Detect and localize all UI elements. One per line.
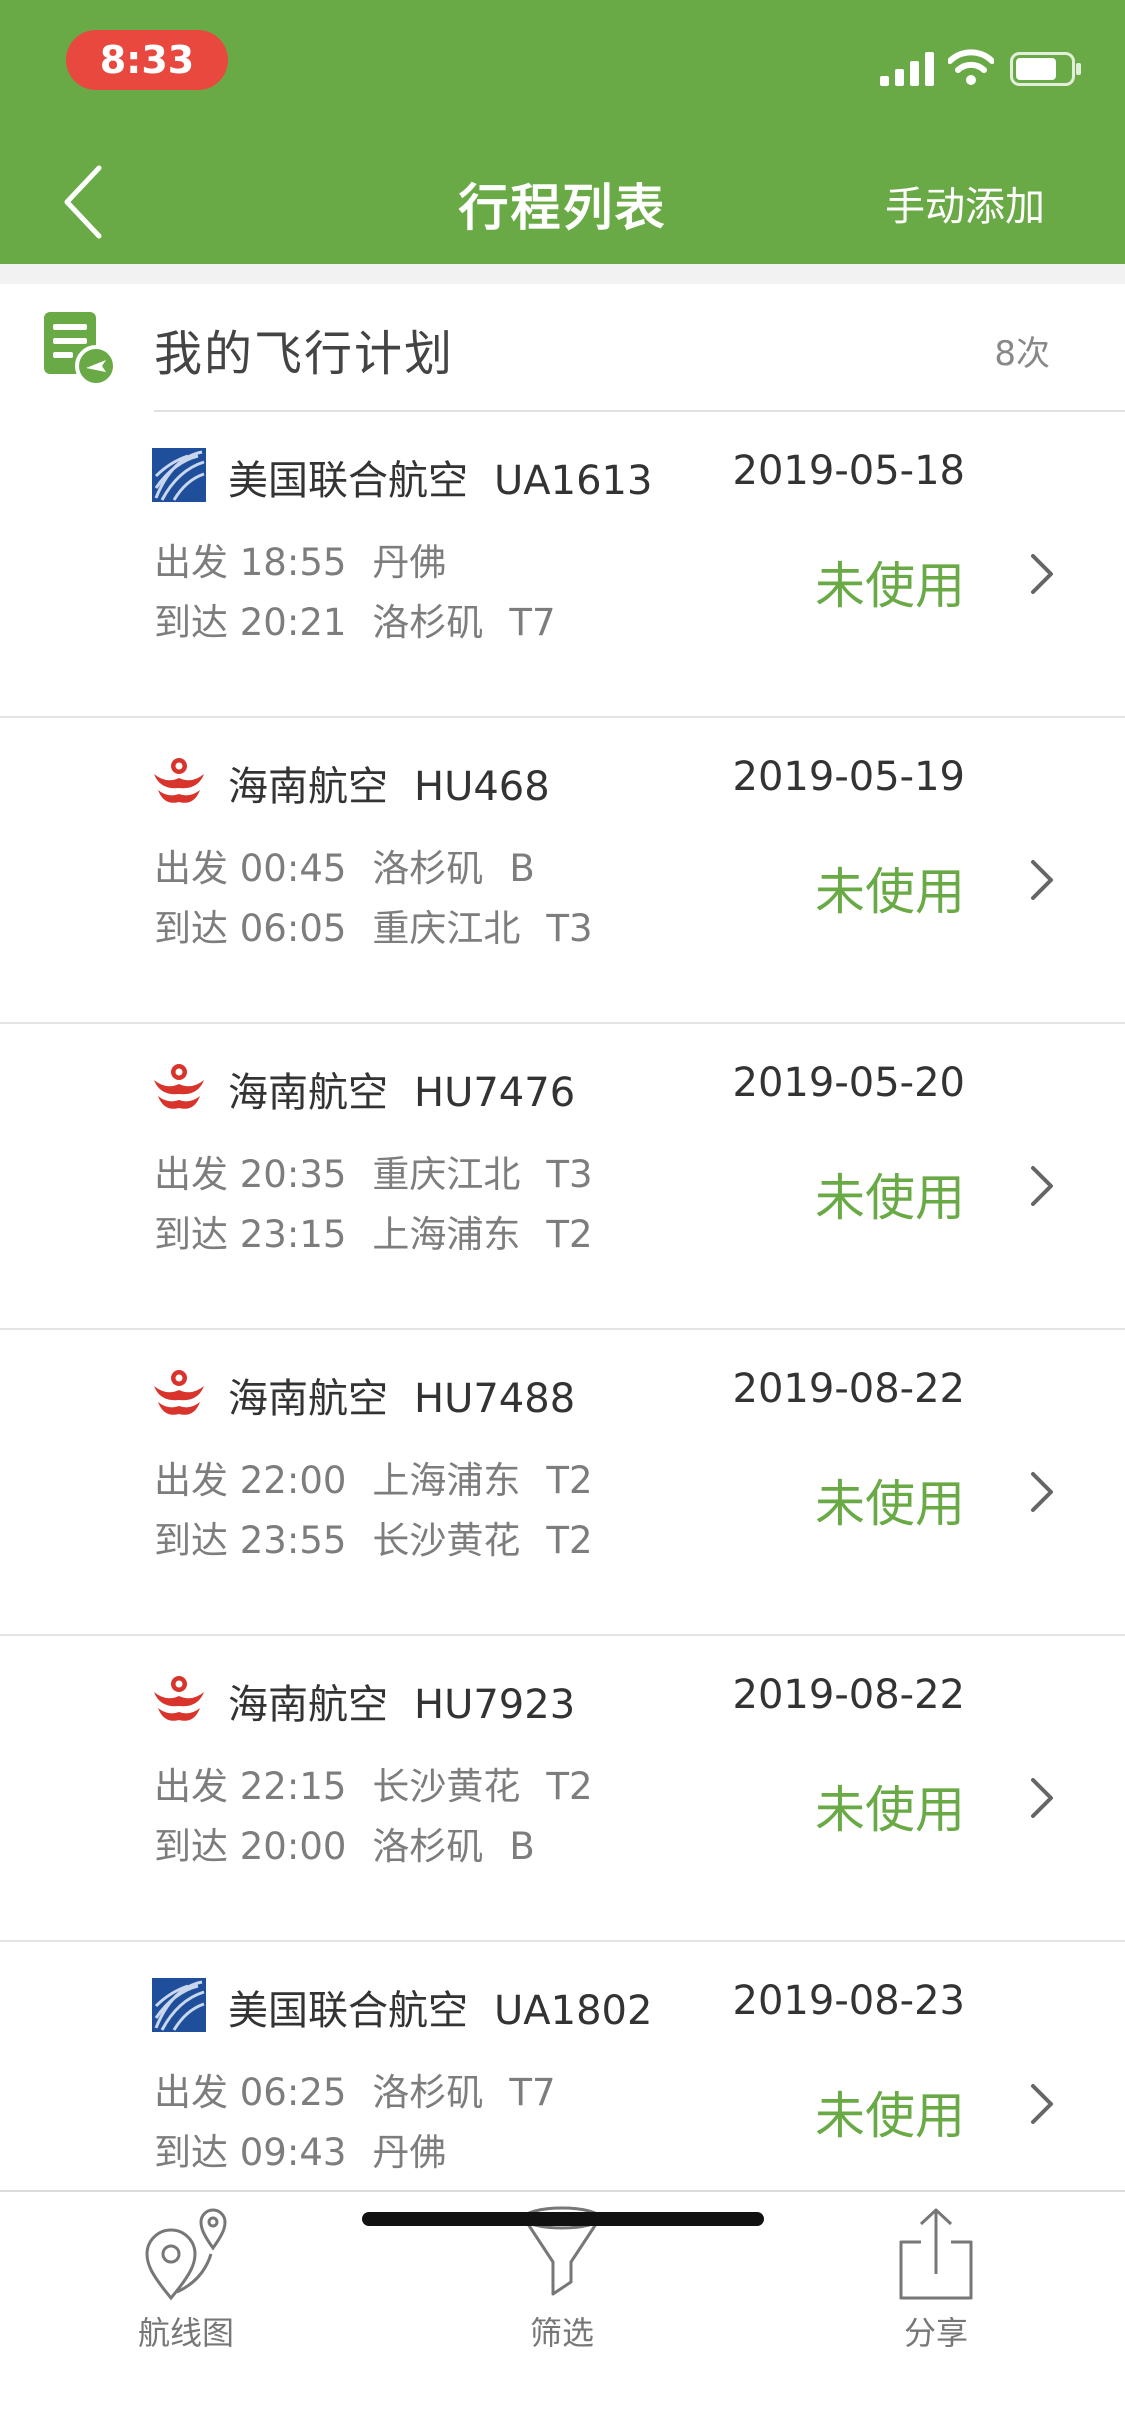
- battery-icon: [1010, 52, 1081, 86]
- airline-flight: 美国联合航空 UA1802: [228, 1988, 653, 2034]
- airline-flight: 美国联合航空 UA1613: [228, 458, 653, 504]
- tab-label: 航线图: [137, 2314, 234, 2352]
- flight-date: 2019-08-22: [732, 1366, 965, 1412]
- chevron-right-icon: [1031, 1778, 1053, 1818]
- airline-flight: 海南航空 HU7923: [228, 1682, 576, 1728]
- arrival-info: 到达 20:21 洛杉矶 T7: [154, 601, 556, 644]
- departure-info: 出发 00:45 洛杉矶 B: [154, 847, 535, 890]
- trip-row[interactable]: 海南航空 HU7923 2019-08-22 出发 22:15 长沙黄花 T2 到达 …: [0, 1636, 1125, 1942]
- chevron-right-icon: [1031, 554, 1053, 594]
- navigation-bar: 行程列表 手动添加: [0, 140, 1125, 264]
- arrival-info: 到达 06:05 重庆江北 T3: [154, 907, 593, 950]
- flight-plan-header: 我的飞行计划 8次: [0, 284, 1125, 412]
- trip-row[interactable]: 海南航空 HU468 2019-05-19 出发 00:45 洛杉矶 B 到达 06:…: [0, 718, 1125, 1024]
- departure-info: 出发 06:25 洛杉矶 T7: [154, 2071, 556, 2114]
- arrival-info: 到达 09:43 丹佛: [154, 2131, 447, 2174]
- flight-date: 2019-05-19: [732, 754, 965, 800]
- departure-info: 出发 20:35 重庆江北 T3: [154, 1153, 593, 1196]
- header-gap: [0, 264, 1125, 284]
- airline-flight: 海南航空 HU468: [228, 764, 550, 810]
- hainan-logo-icon: [154, 1064, 204, 1109]
- hainan-logo-icon: [154, 1370, 204, 1415]
- united-logo-icon: [152, 1978, 206, 2032]
- flight-date: 2019-05-18: [732, 448, 965, 494]
- share-icon: [899, 2208, 973, 2300]
- manual-add-button[interactable]: 手动添加: [885, 174, 1045, 232]
- trip-row[interactable]: 海南航空 HU7476 2019-05-20 出发 20:35 重庆江北 T3 到达 …: [0, 1024, 1125, 1330]
- flight-date: 2019-08-23: [732, 1978, 965, 2024]
- status-badge: 未使用: [815, 1169, 965, 1227]
- status-badge: 未使用: [815, 1475, 965, 1533]
- arrival-info: 到达 23:15 上海浦东 T2: [154, 1213, 593, 1256]
- status-badge: 未使用: [815, 2087, 965, 2145]
- arrival-info: 到达 23:55 长沙黄花 T2: [154, 1519, 593, 1562]
- flight-plan-icon: [44, 312, 116, 386]
- app-header: 8:33 行程列表 手动添加: [0, 0, 1125, 264]
- home-indicator[interactable]: [362, 2212, 764, 2226]
- tab-route-map[interactable]: 航线图: [96, 2204, 276, 2352]
- trip-row[interactable]: 海南航空 HU7488 2019-08-22 出发 22:00 上海浦东 T2 到达 …: [0, 1330, 1125, 1636]
- airline-flight: 海南航空 HU7476: [228, 1070, 576, 1116]
- departure-info: 出发 22:00 上海浦东 T2: [154, 1459, 593, 1502]
- hainan-logo-icon: [154, 758, 204, 803]
- status-time: 8:33: [66, 30, 228, 90]
- status-badge: 未使用: [815, 863, 965, 921]
- route-map-icon: [145, 2208, 227, 2301]
- united-logo-icon: [152, 448, 206, 502]
- chevron-right-icon: [1031, 860, 1053, 900]
- airline-flight: 海南航空 HU7488: [228, 1376, 576, 1422]
- chevron-right-icon: [1031, 2084, 1053, 2124]
- departure-info: 出发 18:55 丹佛: [154, 541, 447, 584]
- hainan-logo-icon: [154, 1676, 204, 1721]
- flight-plan-count: 8次: [994, 334, 1050, 374]
- arrival-info: 到达 20:00 洛杉矶 B: [154, 1825, 535, 1868]
- status-badge: 未使用: [815, 557, 965, 615]
- trip-list: 美国联合航空 UA1613 2019-05-18 出发 18:55 丹佛 到达 20…: [0, 412, 1125, 2248]
- tab-share[interactable]: 分享: [846, 2204, 1026, 2352]
- cellular-signal-icon: [880, 52, 934, 86]
- bottom-tab-bar: 航线图 筛选 分享: [0, 2190, 1125, 2436]
- flight-date: 2019-08-22: [732, 1672, 965, 1718]
- tab-label: 分享: [903, 2314, 968, 2352]
- wifi-icon: [948, 49, 994, 85]
- status-bar: 8:33: [0, 0, 1125, 120]
- status-badge: 未使用: [815, 1781, 965, 1839]
- trip-row[interactable]: 美国联合航空 UA1613 2019-05-18 出发 18:55 丹佛 到达 20…: [0, 412, 1125, 718]
- tab-label: 筛选: [529, 2314, 594, 2352]
- flight-date: 2019-05-20: [732, 1060, 965, 1106]
- chevron-right-icon: [1031, 1166, 1053, 1206]
- chevron-right-icon: [1031, 1472, 1053, 1512]
- flight-plan-title: 我的飞行计划: [154, 326, 455, 382]
- departure-info: 出发 22:15 长沙黄花 T2: [154, 1765, 593, 1808]
